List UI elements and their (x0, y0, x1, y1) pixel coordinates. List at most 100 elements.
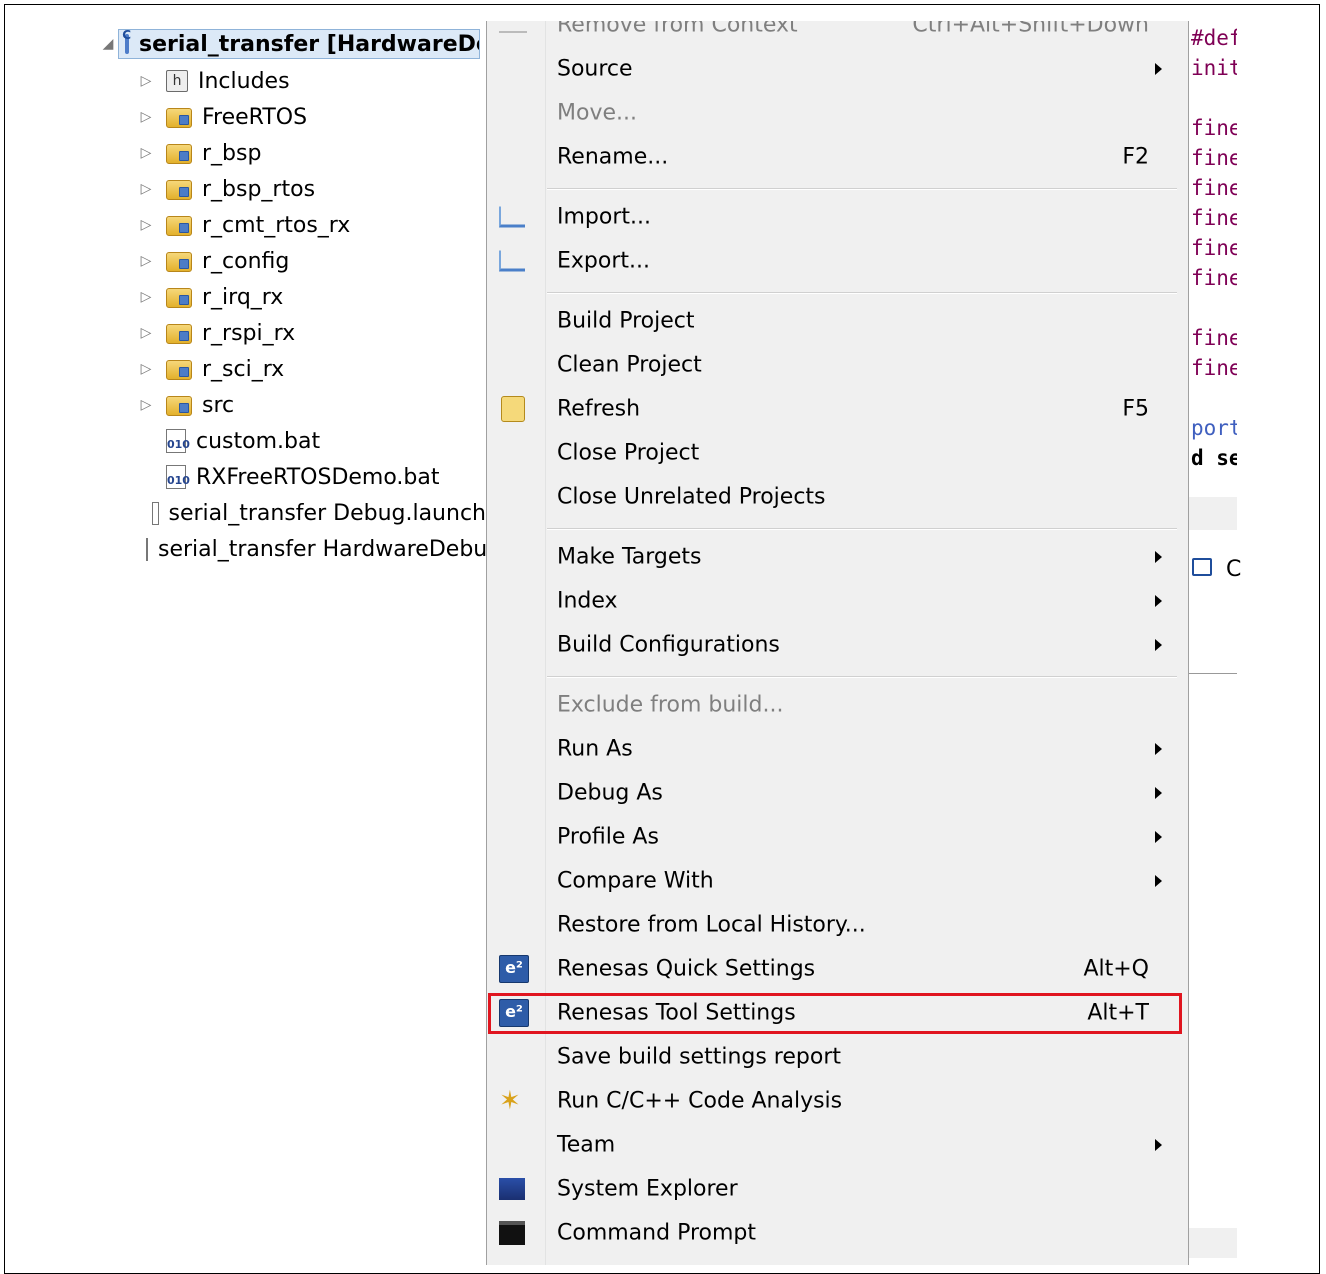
menu-item-build-project[interactable]: Build Project (487, 299, 1187, 343)
menu-item-label: Import... (557, 204, 651, 230)
menu-item-clean-project[interactable]: Clean Project (487, 343, 1187, 387)
submenu-arrow-icon (1155, 831, 1162, 843)
menu-item-system-explorer[interactable]: System Explorer (487, 1167, 1187, 1211)
menu-item-label: Build Project (557, 308, 695, 334)
menu-item-label: Export... (557, 248, 650, 274)
menu-item-refresh[interactable]: Refresh F5 (487, 387, 1187, 431)
project-root-label: serial_transfer [HardwareDebug] (139, 31, 479, 57)
tree-item[interactable]: ▷ FreeRTOS (136, 100, 307, 134)
code-analysis-icon: ✶ (499, 1086, 521, 1116)
code-line: fine (1191, 266, 1237, 290)
collapse-arrow-icon[interactable]: ◢ (98, 36, 118, 52)
menu-item-rename[interactable]: Rename... F2 (487, 135, 1187, 179)
menu-item-build-configurations[interactable]: Build Configurations (487, 623, 1187, 667)
e2-icon: e² (499, 955, 529, 983)
tree-item[interactable]: serial_transfer HardwareDebug.launch (136, 532, 486, 566)
tree-item-label: serial_transfer Debug.launch (168, 500, 487, 526)
package-folder-icon (166, 324, 192, 344)
expand-arrow-icon[interactable]: ▷ (136, 253, 156, 269)
tree-item[interactable]: ▷ r_cmt_rtos_rx (136, 208, 351, 242)
code-line: fine (1191, 356, 1237, 380)
package-folder-icon (166, 396, 192, 416)
tree-item[interactable]: ▷ r_rspi_rx (136, 316, 296, 350)
tree-item-label: custom.bat (196, 428, 321, 454)
expand-arrow-icon[interactable]: ▷ (136, 73, 156, 89)
menu-item-make-targets[interactable]: Make Targets (487, 535, 1187, 579)
package-folder-icon (166, 108, 192, 128)
menu-item-source[interactable]: Source (487, 47, 1187, 91)
menu-item-label: Remove from Context (557, 21, 798, 38)
tree-item[interactable]: ▷ r_bsp (136, 136, 262, 170)
tree-item-label: r_config (202, 248, 290, 274)
menu-item-label: Build Configurations (557, 632, 780, 658)
menu-item-label: Exclude from build... (557, 692, 784, 718)
tree-item[interactable]: serial_transfer Debug.launch (136, 496, 486, 530)
tree-item[interactable]: 010 RXFreeRTOSDemo.bat (136, 460, 440, 494)
submenu-arrow-icon (1155, 743, 1162, 755)
menu-item-label: Index (557, 588, 618, 614)
menu-item-label: Close Project (557, 440, 700, 466)
expand-arrow-icon[interactable]: ▷ (136, 109, 156, 125)
menu-item-compare-with[interactable]: Compare With (487, 859, 1187, 903)
project-root-selection[interactable]: serial_transfer [HardwareDebug] (118, 29, 480, 59)
menu-item-label: Team (557, 1132, 616, 1158)
package-folder-icon (166, 252, 192, 272)
menu-separator (547, 528, 1177, 530)
menu-item-shortcut: Alt+Q (1083, 956, 1149, 982)
project-root[interactable]: ◢ serial_transfer [HardwareDebug] (98, 27, 480, 61)
expand-arrow-icon[interactable]: ▷ (136, 217, 156, 233)
tree-item[interactable]: ▷ r_irq_rx (136, 280, 284, 314)
menu-item-label: Debug As (557, 780, 663, 806)
refresh-icon (501, 396, 525, 422)
expand-arrow-icon[interactable]: ▷ (136, 181, 156, 197)
menu-item-move[interactable]: Move... (487, 91, 1187, 135)
code-editor-fragment: #def init fine fine fine fine fine fine … (1189, 21, 1237, 1265)
highlight-box (488, 993, 1182, 1034)
menu-item-close-unrelated-projects[interactable]: Close Unrelated Projects (487, 475, 1187, 519)
tree-item[interactable]: ▷ h Includes (136, 64, 290, 98)
menu-item-run-c-c-code-analysis[interactable]: ✶ Run C/C++ Code Analysis (487, 1079, 1187, 1123)
menu-item-debug-as[interactable]: Debug As (487, 771, 1187, 815)
menu-item-shortcut: Ctrl+Alt+Shift+Down (912, 21, 1149, 38)
code-line: fine (1191, 146, 1237, 170)
tree-item[interactable]: ▷ r_bsp_rtos (136, 172, 315, 206)
menu-item-run-as[interactable]: Run As (487, 727, 1187, 771)
expand-arrow-icon[interactable]: ▷ (136, 325, 156, 341)
remove-context-icon (499, 21, 527, 33)
menu-item-profile-as[interactable]: Profile As (487, 815, 1187, 859)
menu-item-label: Source (557, 56, 633, 82)
menu-item-export[interactable]: Export... (487, 239, 1187, 283)
code-line: fine (1191, 176, 1237, 200)
menu-item-label: Run As (557, 736, 633, 762)
expand-arrow-icon[interactable]: ▷ (136, 397, 156, 413)
console-tab-label[interactable]: C (1226, 557, 1241, 582)
menu-item-label: Rename... (557, 144, 669, 170)
menu-item-save-build-settings-report[interactable]: Save build settings report (487, 1035, 1187, 1079)
menu-item-renesas-quick-settings[interactable]: e² Renesas Quick Settings Alt+Q (487, 947, 1187, 991)
menu-item-restore-from-local-history[interactable]: Restore from Local History... (487, 903, 1187, 947)
menu-item-team[interactable]: Team (487, 1123, 1187, 1167)
menu-item-remove-from-context[interactable]: Remove from Context Ctrl+Alt+Shift+Down (487, 21, 1187, 47)
tree-item[interactable]: ▷ r_config (136, 244, 290, 278)
console-icon[interactable] (1192, 558, 1212, 576)
code-line: init (1191, 56, 1237, 80)
menu-item-label: Compare With (557, 868, 714, 894)
submenu-arrow-icon (1155, 551, 1162, 563)
menu-item-exclude-from-build[interactable]: Exclude from build... (487, 683, 1187, 727)
tree-item-label: r_bsp_rtos (202, 176, 316, 202)
menu-item-label: Clean Project (557, 352, 702, 378)
menu-item-import[interactable]: Import... (487, 195, 1187, 239)
system-explorer-icon (499, 1178, 525, 1200)
expand-arrow-icon[interactable]: ▷ (136, 289, 156, 305)
menu-item-index[interactable]: Index (487, 579, 1187, 623)
expand-arrow-icon[interactable]: ▷ (136, 361, 156, 377)
package-folder-icon (166, 288, 192, 308)
tree-item[interactable]: ▷ src (136, 388, 235, 422)
submenu-arrow-icon (1155, 63, 1162, 75)
menu-item-label: Refresh (557, 396, 641, 422)
tree-item[interactable]: ▷ r_sci_rx (136, 352, 285, 386)
menu-item-command-prompt[interactable]: Command Prompt (487, 1211, 1187, 1255)
menu-item-close-project[interactable]: Close Project (487, 431, 1187, 475)
tree-item[interactable]: 010 custom.bat (136, 424, 320, 458)
expand-arrow-icon[interactable]: ▷ (136, 145, 156, 161)
